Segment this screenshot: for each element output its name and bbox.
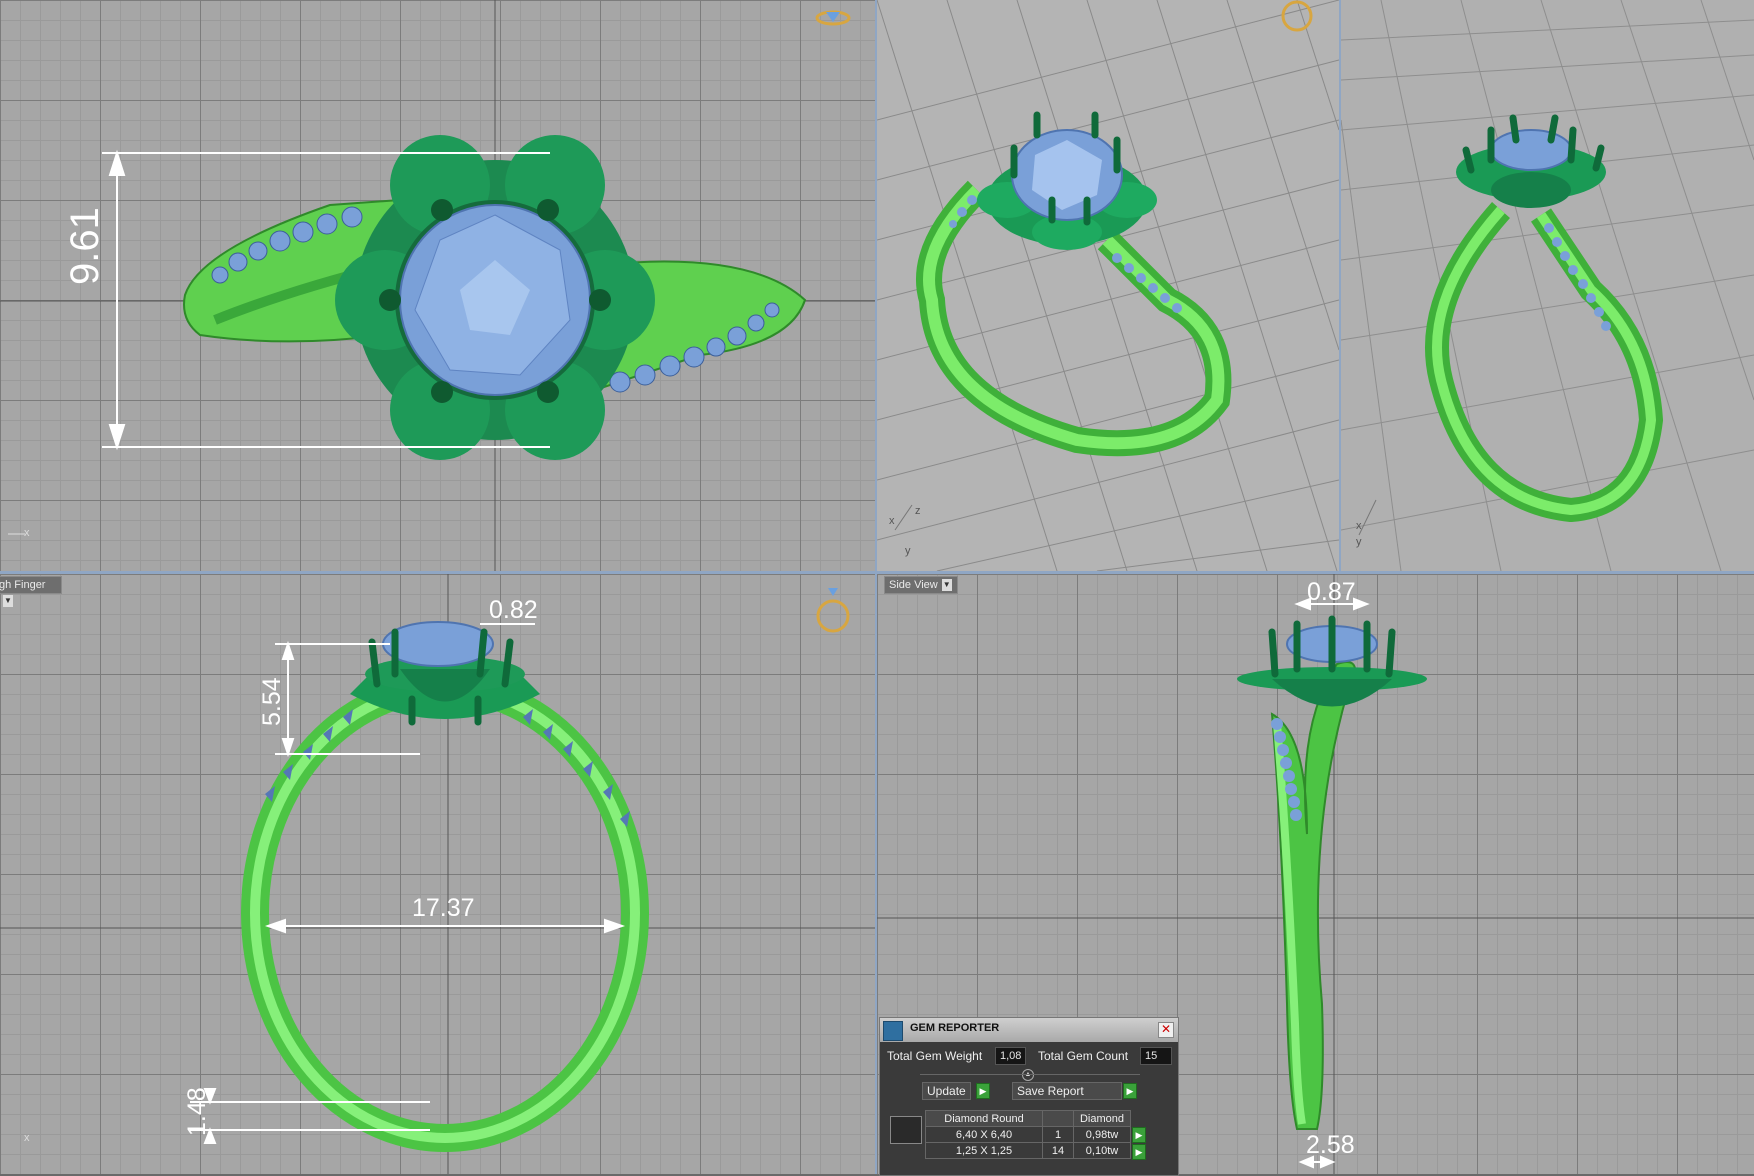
view-gizmo-icon <box>816 599 850 633</box>
gem-size-cell: 6,40 X 6,40 <box>925 1126 1043 1143</box>
panel-divider <box>920 1074 1140 1075</box>
gem-size-cell: 1,25 X 1,25 <box>925 1142 1043 1159</box>
viewport-label-text: Side View <box>889 579 938 591</box>
perspective-view-2-scene <box>1341 0 1754 571</box>
column-header: Diamond Round <box>925 1110 1043 1127</box>
viewport-perspective-2[interactable]: x y <box>1341 0 1754 571</box>
gem-count-cell: 1 <box>1042 1126 1074 1143</box>
chevron-down-icon[interactable]: ▼ <box>941 579 952 592</box>
total-gem-weight-label: Total Gem Weight <box>887 1049 983 1063</box>
gem-weight-cell: 0,98tw <box>1073 1126 1131 1143</box>
gem-reporter-panel[interactable]: GEM REPORTER ✕ Total Gem Weight 1,08 Tot… <box>879 1017 1179 1176</box>
update-button[interactable]: Update <box>922 1082 971 1100</box>
axis-z-label: z <box>915 505 921 517</box>
center-stone <box>382 621 494 667</box>
top-view-scene <box>0 0 875 571</box>
gem-reporter-title: GEM REPORTER <box>910 1022 1000 1034</box>
perspective-view-1-scene <box>877 0 1339 571</box>
column-header <box>1042 1110 1074 1127</box>
close-icon[interactable]: ✕ <box>1158 1022 1174 1038</box>
flower-head <box>1237 667 1427 707</box>
dimension-label-prong: 0.82 <box>489 596 538 624</box>
gem-reporter-titlebar[interactable]: GEM REPORTER ✕ <box>880 1018 1178 1042</box>
table-row[interactable]: 6,40 X 6,40 1 0,98tw <box>925 1126 1131 1143</box>
center-stone <box>1490 129 1572 171</box>
ring-shank <box>1270 661 1356 1130</box>
total-gem-weight-value: 1,08 <box>995 1047 1027 1065</box>
viewport-top[interactable]: 9.61 x <box>0 0 875 571</box>
dimension-label-shank-width: 2.58 <box>1306 1131 1355 1159</box>
save-report-arrow-icon[interactable]: ▶ <box>1123 1083 1137 1099</box>
table-row[interactable]: 1,25 X 1,25 14 0,10tw <box>925 1142 1131 1159</box>
total-gem-count-value: 15 <box>1140 1047 1172 1065</box>
viewport-divider-vertical-top[interactable] <box>1339 0 1341 571</box>
viewport-divider-horizontal[interactable] <box>0 571 1754 574</box>
viewport-front[interactable]: gh Finger ▼ 0.82 5.54 17.37 1.48 x <box>0 574 875 1174</box>
viewport-perspective-1[interactable]: x z y <box>877 0 1339 571</box>
dimension-label-prong: 0.87 <box>1307 578 1356 606</box>
perspective-grid <box>877 0 1339 571</box>
axis-x-label: x <box>1356 520 1362 532</box>
view-gizmo-icon <box>1281 0 1313 32</box>
dimension-label-height: 5.54 <box>258 677 286 726</box>
axis-y-label: y <box>1356 536 1362 548</box>
axis-x-label: x <box>889 515 895 527</box>
collapse-icon[interactable]: ▲ <box>1022 1069 1034 1081</box>
front-view-scene <box>0 574 875 1174</box>
gem-report-table: Diamond Round Diamond 6,40 X 6,40 1 0,98… <box>925 1110 1131 1159</box>
dimension-label-width: 9.61 <box>63 207 107 285</box>
save-report-button[interactable]: Save Report <box>1012 1082 1122 1100</box>
total-gem-count-label: Total Gem Count <box>1038 1049 1129 1063</box>
chevron-down-icon[interactable]: ▼ <box>3 595 13 608</box>
viewport-label-side[interactable]: Side View ▼ <box>884 576 958 594</box>
table-header-row: Diamond Round Diamond <box>925 1110 1131 1127</box>
axis-x-label: x <box>24 1132 30 1144</box>
viewport-divider-vertical[interactable] <box>875 0 877 1174</box>
viewport-label-text: gh Finger <box>0 579 46 591</box>
gem-reporter-icon <box>883 1021 903 1041</box>
dimension-label-shank-thickness: 1.48 <box>183 1087 211 1136</box>
diamond-icon <box>890 1116 922 1144</box>
row-select-arrow-icon[interactable]: ▶ <box>1132 1127 1146 1143</box>
axis-x-label: x <box>24 527 30 539</box>
column-header: Diamond <box>1073 1110 1131 1127</box>
dimension-label-ring-size: 17.37 <box>412 894 475 922</box>
axis-y-label: y <box>905 545 911 557</box>
gem-count-cell: 14 <box>1042 1142 1074 1159</box>
row-select-arrow-icon[interactable]: ▶ <box>1132 1144 1146 1160</box>
gem-weight-cell: 0,10tw <box>1073 1142 1131 1159</box>
perspective-grid <box>1341 0 1754 571</box>
viewport-label-front[interactable]: gh Finger ▼ <box>0 576 62 608</box>
update-arrow-icon[interactable]: ▶ <box>976 1083 990 1099</box>
